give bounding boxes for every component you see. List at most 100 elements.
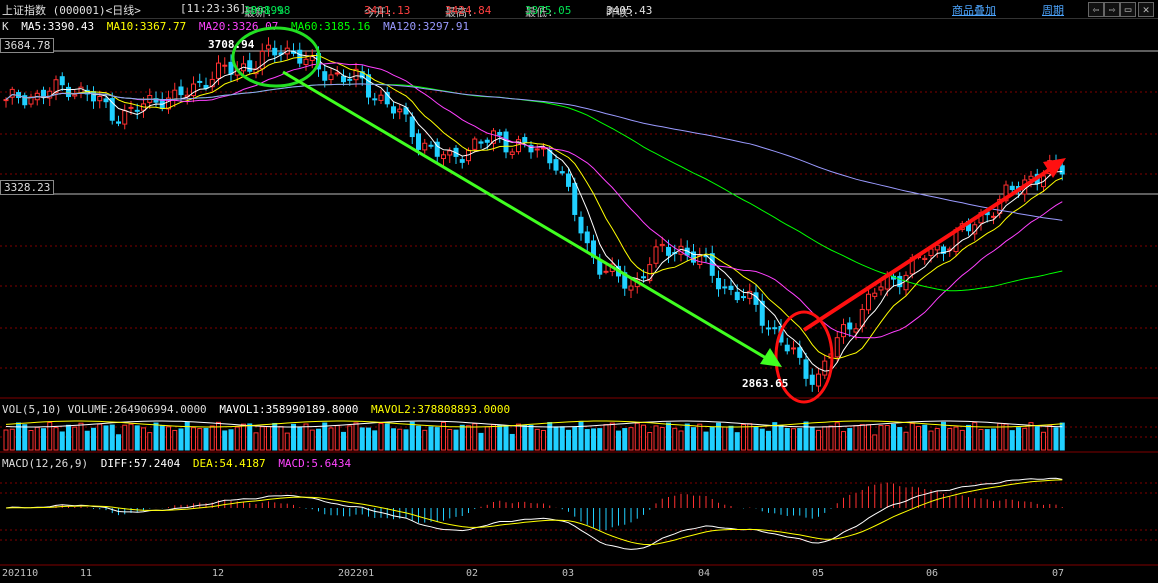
candle xyxy=(728,285,734,290)
volume-bar xyxy=(741,423,746,451)
candle xyxy=(303,58,309,65)
volume-bar xyxy=(378,423,384,451)
volume-bar xyxy=(359,427,365,451)
volume-bar xyxy=(553,426,559,451)
volume-bar xyxy=(884,424,890,451)
volume-bar xyxy=(966,424,971,451)
volume-bar xyxy=(403,429,409,451)
x-tick: 06 xyxy=(926,568,939,579)
volume-bar xyxy=(734,432,740,451)
peak-label: 3708.94 xyxy=(208,38,255,51)
volume-bar xyxy=(447,429,453,451)
candle xyxy=(409,116,415,138)
volume-bar xyxy=(809,427,815,451)
vol-legend: VOL(5,10) VOLUME:264906994.0000 MAVOL1:35… xyxy=(2,403,516,416)
volume-bar xyxy=(1016,427,1021,451)
volume-bar xyxy=(159,424,165,451)
volume-bar xyxy=(209,425,215,451)
candle xyxy=(553,159,559,171)
candle xyxy=(97,95,103,102)
candle xyxy=(991,215,996,218)
x-tick: 202110 xyxy=(2,568,39,579)
x-tick: 03 xyxy=(562,568,575,579)
candle xyxy=(522,137,528,143)
candle xyxy=(334,72,340,75)
candle xyxy=(791,347,796,350)
candle xyxy=(397,108,403,113)
volume-bar xyxy=(122,424,128,451)
volume-bar xyxy=(409,421,415,451)
volume-bar xyxy=(459,424,465,451)
volume-bar xyxy=(397,428,403,451)
candle xyxy=(797,347,803,358)
candle xyxy=(534,148,540,151)
candle xyxy=(228,61,234,75)
candle xyxy=(603,270,609,273)
volume-bar xyxy=(922,424,928,451)
candle xyxy=(66,86,71,98)
candle xyxy=(266,44,271,50)
volume-bar xyxy=(759,428,765,451)
volume-bar xyxy=(841,431,846,451)
volume-bar xyxy=(897,427,903,451)
x-tick: 12 xyxy=(212,568,225,579)
volume-bar xyxy=(622,428,628,451)
volume-bar xyxy=(778,424,784,451)
volume-bar xyxy=(34,426,40,451)
x-tick: 202201 xyxy=(338,568,375,579)
volume-bar xyxy=(909,422,915,451)
volume-bar xyxy=(72,426,78,451)
candle xyxy=(659,243,665,247)
volume-bar xyxy=(172,429,178,451)
candle xyxy=(497,131,503,136)
candle xyxy=(834,337,840,358)
volume-bar xyxy=(866,424,871,451)
volume-bar xyxy=(316,428,321,451)
top-price-box: 3684.78 xyxy=(0,38,55,53)
candle xyxy=(428,144,434,147)
vol-prefix: VOL(5,10) xyxy=(2,403,62,416)
volume-bar xyxy=(234,426,240,451)
volume-bar xyxy=(153,422,159,451)
volume-bar xyxy=(559,426,565,451)
mavol1-label: MAVOL1:358990189.8000 xyxy=(219,403,359,416)
volume-bar xyxy=(291,423,296,451)
candle xyxy=(472,138,478,150)
volume-bar xyxy=(978,429,984,451)
volume-bar xyxy=(491,424,496,451)
candle xyxy=(128,106,134,109)
volume-bar xyxy=(484,426,490,451)
x-tick: 07 xyxy=(1052,568,1065,579)
volume-bar xyxy=(653,425,659,451)
volume-bar xyxy=(22,424,28,451)
volume-bar xyxy=(603,424,609,451)
candle xyxy=(178,86,184,96)
volume-bar xyxy=(41,428,46,451)
candle xyxy=(328,74,334,81)
candle xyxy=(847,322,853,330)
volume-bar xyxy=(372,430,378,451)
volume-bar xyxy=(1009,430,1015,451)
candle xyxy=(816,373,821,387)
candle xyxy=(216,62,221,79)
volume-bar xyxy=(366,427,371,451)
volume-bar xyxy=(134,425,140,451)
candle xyxy=(484,139,490,143)
candle xyxy=(578,216,584,234)
candle xyxy=(478,141,484,144)
volume-bar xyxy=(109,424,115,451)
volume-bar xyxy=(166,426,171,451)
kline-chart[interactable] xyxy=(0,0,1158,583)
volume-bar xyxy=(97,423,103,451)
candle xyxy=(78,86,84,94)
volume-bar xyxy=(641,424,646,451)
volume-bar xyxy=(766,430,771,451)
candle xyxy=(416,133,421,150)
volume-bar xyxy=(228,429,234,451)
volume-bar xyxy=(541,429,546,451)
down-trend-arrow xyxy=(282,70,767,360)
volume-bar xyxy=(272,422,278,451)
candle xyxy=(41,89,46,98)
x-tick: 04 xyxy=(698,568,711,579)
macd-value-label: MACD:5.6434 xyxy=(278,457,352,470)
